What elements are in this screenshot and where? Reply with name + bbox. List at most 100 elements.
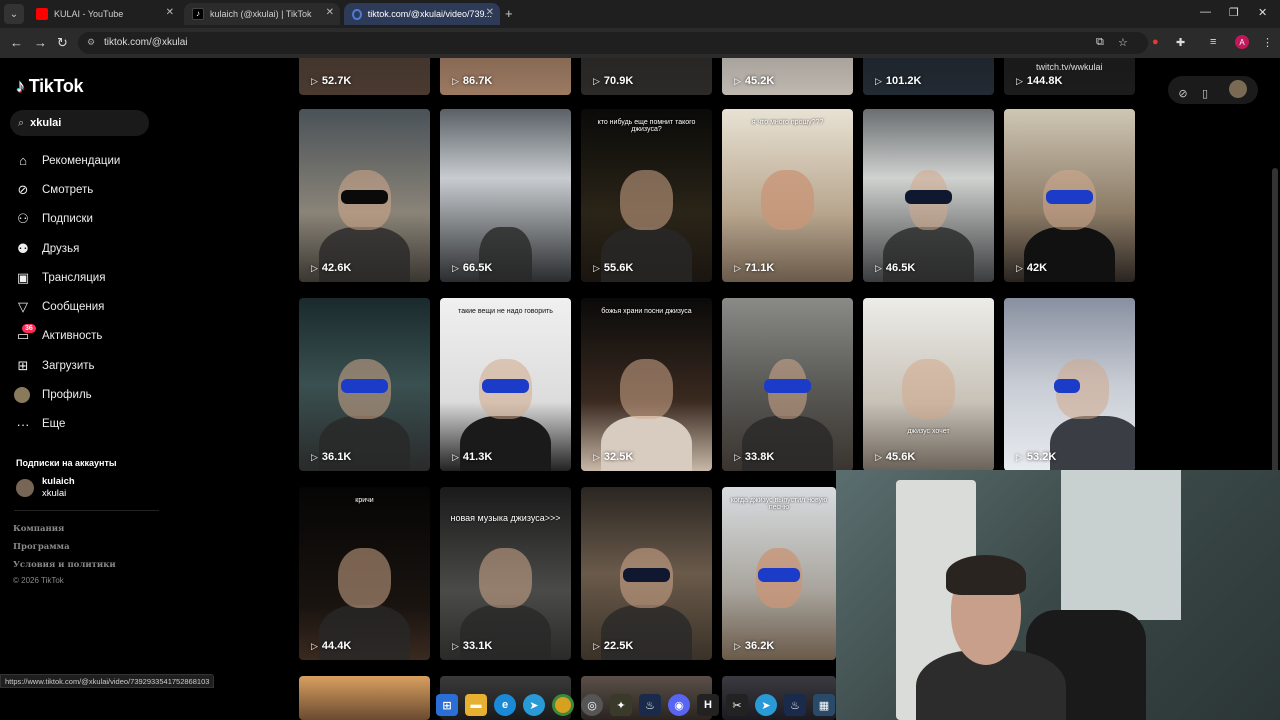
bookmark-star-icon[interactable]: ☆: [1118, 36, 1128, 49]
sidebar-item-live[interactable]: ▣ Трансляция: [14, 263, 164, 292]
h-app-icon[interactable]: H: [697, 694, 719, 716]
footer-link-terms[interactable]: Условия и политики: [13, 560, 116, 570]
media-control-icon[interactable]: ≡: [1210, 36, 1216, 48]
footer-link-program[interactable]: Программа: [13, 542, 70, 552]
calculator-icon[interactable]: ▦: [813, 694, 835, 716]
video-thumbnail[interactable]: кто нибудь еще помнит такого джизуса? ▷ 5…: [581, 109, 712, 282]
subscription-account[interactable]: kulaich xkulai: [16, 476, 75, 500]
sidebar-item-label: Друзья: [42, 242, 80, 255]
video-thumbnail[interactable]: кричи ▷ 44.4K: [299, 487, 430, 660]
new-tab-button[interactable]: +: [505, 6, 513, 21]
sidebar-item-upload[interactable]: ⊞ Загрузить: [14, 351, 164, 380]
sidebar-item-activity[interactable]: ▭ 36 Активность: [14, 322, 164, 351]
thumbnail-glasses: [763, 379, 812, 394]
video-thumbnail[interactable]: ▷ 86.7K: [440, 58, 571, 95]
tiktok-logo[interactable]: ♪ TikTok: [16, 76, 84, 97]
video-thumbnail[interactable]: ▷ 33.8K: [722, 298, 853, 471]
browser-profile-avatar[interactable]: A: [1235, 35, 1249, 49]
tab-tiktok-profile[interactable]: ♪ kulaich (@xkulai) | TikTok ✕: [184, 3, 340, 25]
discord-icon[interactable]: ◉: [668, 694, 690, 716]
video-thumbnail[interactable]: ▷ 45.2K: [722, 58, 853, 95]
view-count: ▷ 44.4K: [311, 640, 352, 652]
video-thumbnail[interactable]: божья храни посни джизуса ▷ 32.5K: [581, 298, 712, 471]
telegram-2-icon[interactable]: ➤: [755, 694, 777, 716]
maximize-icon[interactable]: ❐: [1229, 6, 1239, 19]
tab-title: KULAI - YouTube: [54, 9, 124, 19]
thumbnail-face: [338, 547, 391, 609]
tab-youtube[interactable]: KULAI - YouTube ✕: [28, 3, 180, 25]
capcut-icon[interactable]: ✂: [726, 694, 748, 716]
edge-icon[interactable]: e: [494, 694, 516, 716]
view-count: ▷ 33.8K: [734, 451, 775, 463]
search-input[interactable]: ⌕ xkulai: [10, 110, 149, 136]
steam-2-icon[interactable]: ♨: [784, 694, 806, 716]
view-count: ▷ 36.2K: [734, 640, 775, 652]
forward-icon[interactable]: →: [34, 35, 47, 50]
sidebar-item-following[interactable]: ⚇ Подписки: [14, 205, 164, 234]
sidebar-item-more[interactable]: ··· Еще: [14, 410, 164, 439]
video-caption: кто нибудь еще помнит такого джизуса?: [597, 119, 696, 133]
video-thumbnail[interactable]: ▷ 36.1K: [299, 298, 430, 471]
page-scrollbar[interactable]: [1272, 168, 1278, 488]
minimize-icon[interactable]: —: [1200, 6, 1211, 18]
play-icon: ▷: [452, 263, 459, 273]
site-info-icon[interactable]: ⚙: [87, 37, 95, 48]
video-thumbnail[interactable]: ▷ 70.9K: [581, 58, 712, 95]
obs-icon[interactable]: ◎: [581, 694, 603, 716]
close-icon[interactable]: ✕: [326, 7, 334, 18]
video-thumbnail[interactable]: ▷ 42K: [1004, 109, 1135, 282]
chrome-icon[interactable]: [552, 694, 574, 716]
video-thumbnail[interactable]: ▷ 101.2K: [863, 58, 994, 95]
telegram-icon[interactable]: ➤: [523, 694, 545, 716]
video-thumbnail[interactable]: джизус хочет ▷ 45.6K: [863, 298, 994, 471]
close-icon[interactable]: ✕: [166, 7, 174, 18]
play-icon: ▷: [593, 76, 600, 86]
view-count: ▷ 70.9K: [593, 75, 634, 87]
close-icon[interactable]: ✕: [486, 7, 494, 18]
video-thumbnail[interactable]: я что много прошу??? ▷ 71.1K: [722, 109, 853, 282]
close-window-icon[interactable]: ✕: [1258, 6, 1267, 19]
play-icon: ▷: [311, 263, 318, 273]
play-icon: ▷: [734, 452, 741, 462]
footer-link-company[interactable]: Компания: [13, 524, 64, 534]
video-thumbnail[interactable]: ▷ 66.5K: [440, 109, 571, 282]
sidebar-item-recommendations[interactable]: ⌂ Рекомендации: [14, 146, 164, 175]
sidebar-item-messages[interactable]: ▽ Сообщения: [14, 292, 164, 321]
install-app-icon[interactable]: ⧉: [1096, 36, 1104, 49]
sidebar-item-profile[interactable]: Профиль: [14, 380, 164, 409]
video-thumbnail[interactable]: ▷ 42.6K: [299, 109, 430, 282]
extension-icon[interactable]: ●: [1152, 36, 1159, 48]
play-icon: ▷: [734, 641, 741, 651]
video-thumbnail[interactable]: когда джизус выпустил новую песню ▷ 36.2K: [722, 487, 836, 660]
video-thumbnail[interactable]: ▷ 46.5K: [863, 109, 994, 282]
video-thumbnail[interactable]: ▷ 22.5K: [581, 487, 712, 660]
extensions-puzzle-icon[interactable]: ✚: [1176, 36, 1185, 49]
sidebar-item-friends[interactable]: ⚉ Друзья: [14, 234, 164, 263]
device-icon[interactable]: ▯: [1192, 80, 1218, 106]
sidebar-item-label: Смотреть: [42, 183, 94, 196]
user-avatar[interactable]: [1229, 80, 1247, 98]
windows-start-icon[interactable]: ⊞: [436, 694, 458, 716]
video-thumbnail[interactable]: такие вещи не надо говорить ▷ 41.3K: [440, 298, 571, 471]
tab-tiktok-video[interactable]: tiktok.com/@xkulai/video/739... ✕: [344, 3, 500, 25]
subscriptions-heading: Подписки на аккаунты: [16, 458, 117, 468]
reload-icon[interactable]: ↻: [57, 35, 68, 51]
file-explorer-icon[interactable]: ▬: [465, 694, 487, 716]
video-thumbnail[interactable]: ▷ 53.2K: [1004, 298, 1135, 471]
play-icon: ▷: [311, 452, 318, 462]
back-icon[interactable]: ←: [10, 35, 23, 50]
view-count: ▷ 46.5K: [875, 262, 916, 274]
thumbnail-glasses: [340, 190, 389, 205]
steam-icon[interactable]: ♨: [639, 694, 661, 716]
sidebar-item-label: Загрузить: [42, 359, 95, 372]
video-thumbnail[interactable]: [299, 676, 430, 720]
webcam-person-hair: [946, 555, 1026, 595]
menu-kebab-icon[interactable]: ⋮: [1262, 36, 1273, 49]
play-icon: ▷: [593, 641, 600, 651]
video-thumbnail[interactable]: ▷ 52.7K: [299, 58, 430, 95]
app-icon[interactable]: ✦: [610, 694, 632, 716]
video-thumbnail[interactable]: новая музыка джизуса>>> ▷ 33.1K: [440, 487, 571, 660]
tab-search-button[interactable]: ⌄: [4, 4, 24, 24]
sidebar-item-explore[interactable]: ⊘ Смотреть: [14, 175, 164, 204]
address-bar[interactable]: ⚙ tiktok.com/@xkulai: [78, 32, 1148, 54]
